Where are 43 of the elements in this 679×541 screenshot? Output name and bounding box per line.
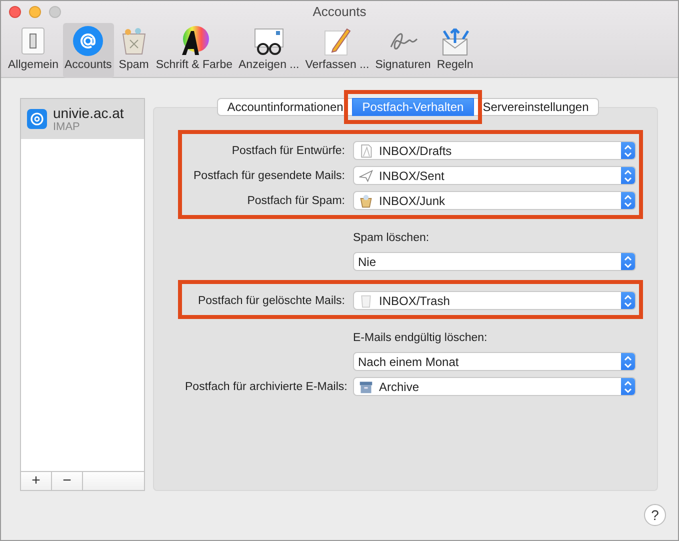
close-button[interactable] — [9, 6, 21, 18]
field-label: Spam löschen: — [353, 232, 430, 244]
paper-plane-icon — [359, 168, 373, 182]
popup-menu[interactable]: Archive — [353, 377, 636, 396]
popup-menu[interactable]: INBOX/Drafts — [353, 141, 636, 160]
remove-button[interactable]: − — [52, 472, 83, 490]
trash-can-icon — [359, 294, 373, 308]
stepper-icon — [621, 167, 635, 184]
wastebasket-icon — [359, 194, 373, 208]
document-icon — [359, 144, 373, 158]
stepper-icon — [621, 142, 635, 159]
toolbar-tab[interactable]: Signaturen — [373, 23, 433, 78]
popup-menu[interactable]: Nie — [353, 252, 636, 271]
tab[interactable]: Accountinformationen — [217, 98, 354, 116]
add-button[interactable]: + — [21, 472, 52, 490]
field-label: E-Mails endgültig löschen: — [353, 332, 488, 344]
account-item[interactable]: univie.ac.at IMAP — [21, 99, 144, 139]
stepper-icon — [621, 292, 635, 309]
tab[interactable]: Servereinstellungen — [472, 98, 599, 116]
toolbar-tab[interactable]: Accounts — [62, 23, 114, 78]
popup-menu[interactable]: INBOX/Sent — [353, 166, 636, 185]
stepper-icon — [621, 353, 635, 370]
minimize-button[interactable] — [29, 6, 41, 18]
toolbar-tab[interactable]: Anzeigen ... — [236, 23, 302, 78]
popup-menu[interactable]: Nach einem Monat — [353, 352, 636, 371]
toolbar-tab[interactable]: Allgemein — [6, 23, 60, 78]
toolbar-tab[interactable]: Schrift & Farbe — [154, 23, 235, 78]
help-button[interactable]: ? — [644, 504, 666, 526]
toolbar-tab[interactable]: Verfassen ... — [303, 23, 372, 78]
popup-menu[interactable]: INBOX/Trash — [353, 291, 636, 310]
toolbar-tab[interactable]: Spam — [116, 23, 152, 78]
toolbar-tab[interactable]: Regeln — [434, 23, 476, 78]
stepper-icon — [621, 192, 635, 209]
stepper-icon — [621, 378, 635, 395]
field-label: Postfach für Entwürfe: — [230, 144, 345, 156]
field-label: Postfach für Spam: — [246, 194, 345, 206]
window-title: Accounts — [312, 3, 368, 21]
archive-box-icon — [359, 380, 373, 394]
field-label: Postfach für archivierte E-Mails: — [185, 380, 345, 392]
field-label: Postfach für gelöschte Mails: — [196, 294, 345, 306]
field-label: Postfach für gesendete Mails: — [192, 170, 345, 182]
stepper-icon — [621, 253, 635, 270]
popup-menu[interactable]: INBOX/Junk — [353, 191, 636, 210]
